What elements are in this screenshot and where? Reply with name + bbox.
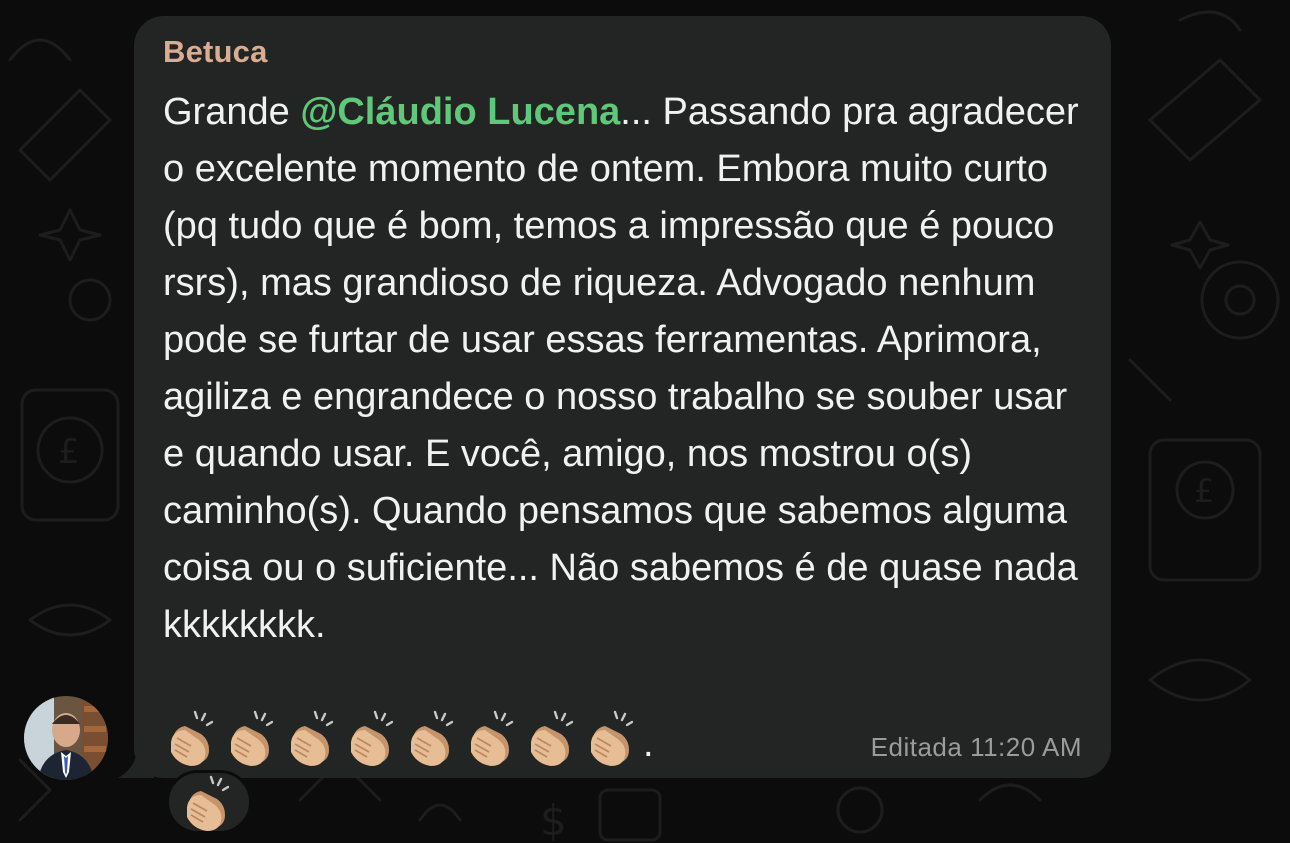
- reaction-pill[interactable]: [166, 770, 252, 834]
- clapping-hands-icon: [591, 710, 634, 766]
- clapping-hands-icon: [471, 710, 514, 766]
- reaction-clapping-hands-icon: [187, 775, 230, 831]
- message-time: 11:20 AM: [970, 732, 1082, 762]
- svg-text:£: £: [58, 432, 80, 472]
- svg-text:$: $: [540, 796, 567, 843]
- sender-name[interactable]: Betuca: [163, 34, 268, 70]
- clapping-hands-icon: [531, 710, 574, 766]
- avatar-photo: [24, 696, 108, 780]
- trailing-punctuation: .: [643, 723, 654, 765]
- message-bubble[interactable]: Betuca Grande @Cláudio Lucena... Passand…: [134, 16, 1111, 778]
- message-text-start: Grande: [163, 91, 301, 133]
- clapping-hands-icon: [291, 710, 334, 766]
- user-mention[interactable]: @Cláudio Lucena: [300, 91, 620, 133]
- message-meta: Editada 11:20 AM: [871, 732, 1082, 763]
- svg-text:£: £: [1194, 472, 1214, 510]
- clapping-hands-icon: [231, 710, 274, 766]
- clapping-hands-icon: [171, 710, 214, 766]
- message-text-rest: ... Passando pra agradecer o excelente m…: [163, 91, 1079, 646]
- clapping-hands-icon: [411, 710, 454, 766]
- clapping-hands-icon: [351, 710, 394, 766]
- message-body: Grande @Cláudio Lucena... Passando pra a…: [163, 84, 1093, 654]
- emoji-row: .: [165, 706, 654, 766]
- edited-label: Editada: [870, 732, 963, 762]
- chat-background: £ £ $ Betuca Grande @Cláudio Lucena... P…: [0, 0, 1290, 843]
- sender-avatar[interactable]: [24, 696, 108, 780]
